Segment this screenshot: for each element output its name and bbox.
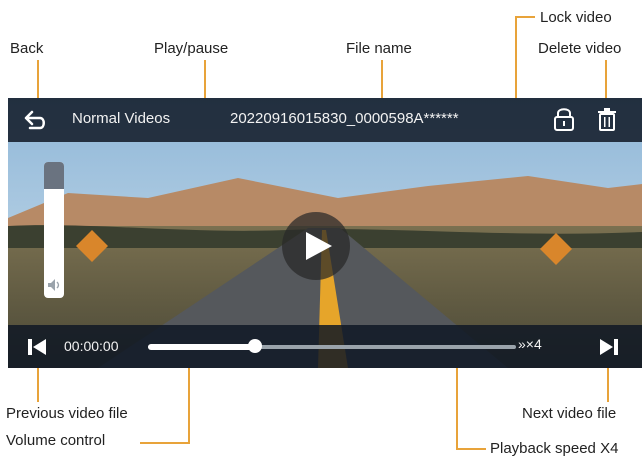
leader-line-speed-h2 — [456, 448, 486, 450]
back-arrow-icon[interactable] — [22, 108, 48, 132]
playback-speed-button[interactable]: »×4 — [518, 336, 542, 352]
speaker-icon — [48, 279, 60, 291]
previous-icon[interactable] — [26, 336, 48, 358]
progress-knob[interactable] — [247, 339, 262, 353]
top-bar: Normal Videos 20220916015830_0000598A***… — [8, 98, 642, 142]
volume-slider-track — [44, 162, 64, 190]
leader-line-volume-h2 — [140, 442, 190, 444]
progress-fill — [148, 344, 255, 350]
playback-time: 00:00:00 — [64, 338, 119, 354]
callout-delete-video: Delete video — [538, 40, 622, 57]
trash-icon[interactable] — [596, 106, 618, 132]
play-pause-button[interactable] — [282, 212, 350, 280]
callout-volume-control: Volume control — [6, 432, 106, 449]
callout-playback-speed: Playback speed X4 — [490, 440, 619, 457]
volume-slider[interactable] — [44, 162, 64, 298]
page-title: Normal Videos — [72, 110, 171, 127]
leader-line-lock-h — [515, 16, 535, 18]
video-player-screen[interactable]: Normal Videos 20220916015830_0000598A***… — [8, 98, 642, 368]
callout-file-name: File name — [346, 40, 412, 57]
leader-line-previous — [37, 362, 39, 402]
callout-next-video: Next video file — [522, 405, 617, 422]
callout-lock-video: Lock video — [540, 9, 612, 26]
play-icon — [306, 232, 332, 260]
lock-icon[interactable] — [552, 106, 576, 132]
callout-back: Back — [10, 40, 44, 57]
callout-play-pause: Play/pause — [154, 40, 229, 57]
bottom-bar: 00:00:00 »×4 — [8, 325, 642, 368]
leader-line-next — [607, 362, 609, 402]
file-name: 20220916015830_0000598A****** — [230, 110, 459, 127]
callout-previous-video: Previous video file — [6, 405, 128, 422]
next-icon[interactable] — [598, 336, 620, 358]
